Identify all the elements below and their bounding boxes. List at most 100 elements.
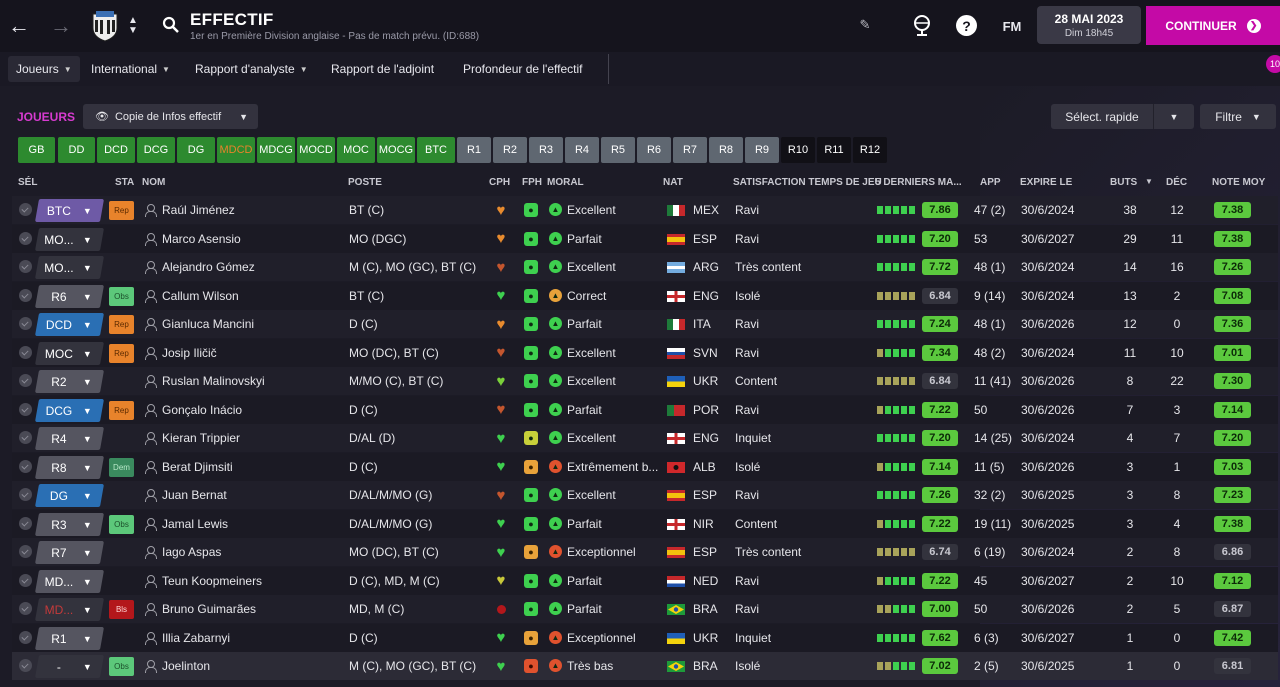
row-select-checkbox[interactable] [19,260,32,273]
selection-dropdown[interactable]: R4 ▼ [34,427,105,450]
position-filter-r5[interactable]: R5 [601,137,635,163]
status-badge[interactable]: Obs [109,514,134,534]
view-select[interactable]: 👁 Copie de Infos effectif ▼ [83,104,258,129]
row-select-checkbox[interactable] [19,317,32,330]
selection-dropdown[interactable]: - ▼ [34,655,105,678]
table-row[interactable]: MOC ▼ Rep Josip Iličič MO (DC), BT (C) ♥ ● ▲ Exc… [12,338,1278,367]
status-badge[interactable]: Dem [109,457,134,477]
notification-badge[interactable]: 10 [1266,55,1280,73]
position-filter-r6[interactable]: R6 [637,137,671,163]
position-filter-gb[interactable]: GB [18,137,55,163]
table-row[interactable]: R8 ▼ Dem Berat Djimsiti D (C) ♥ ● ▲ Extrêmement … [12,452,1278,481]
table-row[interactable]: MO... ▼ Marco Asensio MO (DGC) ♥ ● ▲ Parfait ESP… [12,224,1278,253]
search-icon[interactable] [162,16,180,34]
selection-dropdown[interactable]: MO... ▼ [34,256,105,279]
selection-dropdown[interactable]: DCD ▼ [34,313,105,336]
selection-dropdown[interactable]: R8 ▼ [34,455,105,479]
position-filter-r9[interactable]: R9 [745,137,779,163]
player-name[interactable]: Ruslan Malinovskyi [162,367,265,395]
club-crest-icon[interactable] [90,10,120,42]
col-sta[interactable]: STA [115,177,134,188]
player-name[interactable]: Berat Djimsiti [162,453,233,481]
position-filter-dd[interactable]: DD [58,137,95,163]
status-badge[interactable]: Rep [109,315,134,334]
row-select-checkbox[interactable] [19,573,32,587]
selection-dropdown[interactable]: R1 ▼ [34,626,105,650]
row-select-checkbox[interactable] [19,545,32,558]
status-badge[interactable]: Obs [109,657,134,676]
col-moral[interactable]: MORAL [547,177,584,188]
fm-logo[interactable]: FM [998,16,1026,36]
position-filter-mocd[interactable]: MOCD [297,137,335,163]
player-name[interactable]: Bruno Guimarães [162,595,256,623]
table-row[interactable]: - ▼ Obs Joelinton M (C), MO (GC), BT (C) ♥ ● ▲ T… [12,652,1278,680]
continue-button[interactable]: CONTINUER ❯ [1146,6,1280,45]
edit-pencil-icon[interactable]: ✎ [856,16,874,34]
player-name[interactable]: Marco Asensio [162,225,241,253]
row-select-checkbox[interactable] [19,374,32,387]
player-name[interactable]: Raúl Jiménez [162,196,235,224]
position-filter-mdcg[interactable]: MDCG [257,137,295,163]
date-display[interactable]: 28 MAI 2023 Dim 18h45 [1037,6,1141,44]
selection-dropdown[interactable]: MOC ▼ [34,341,105,365]
selection-dropdown[interactable]: R3 ▼ [34,512,105,536]
position-filter-dg[interactable]: DG [177,137,215,163]
selection-dropdown[interactable]: DG ▼ [34,484,105,507]
position-filter-r1[interactable]: R1 [457,137,491,163]
row-select-checkbox[interactable] [19,288,32,302]
selection-dropdown[interactable]: MO... ▼ [34,227,105,251]
row-select-checkbox[interactable] [19,231,32,245]
col-last5[interactable]: 5 DERNIERS MA... [875,177,962,188]
status-badge[interactable]: Rep [109,400,134,420]
position-filter-mdcd[interactable]: MDCD [217,137,255,163]
player-name[interactable]: Josip Iličič [162,339,217,367]
col-note[interactable]: NOTE MOY [1212,177,1265,188]
table-row[interactable]: DG ▼ Juan Bernat D/AL/M/MO (G) ♥ ● ▲ Excellent E… [12,481,1278,509]
table-row[interactable]: R1 ▼ Illia Zabarnyi D (C) ♥ ● ▲ Exceptionnel UKR… [12,623,1278,652]
player-name[interactable]: Alejandro Gómez [162,253,255,281]
col-poste[interactable]: POSTE [348,177,382,188]
row-select-checkbox[interactable] [19,516,32,530]
selection-dropdown[interactable]: BTC ▼ [34,199,105,222]
table-row[interactable]: MD... ▼ Bls Bruno Guimarães MD, M (C) ● ▲ Parfa… [12,595,1278,623]
position-filter-dcg[interactable]: DCG [137,137,175,163]
status-badge[interactable]: Rep [109,201,134,220]
table-row[interactable]: MD... ▼ Teun Koopmeiners D (C), MD, M (C) ♥ ●… [12,566,1278,595]
col-expire[interactable]: EXPIRE LE [1020,177,1072,188]
position-filter-r10[interactable]: R10 [781,137,815,163]
quick-select-dropdown[interactable]: Sélect. rapide ▼ [1051,104,1194,129]
sort-desc-icon[interactable]: ▼ [1145,177,1153,186]
status-badge[interactable]: Bls [109,600,134,619]
table-row[interactable]: MO... ▼ Alejandro Gómez M (C), MO (GC), BT … [12,253,1278,281]
status-badge[interactable]: Rep [109,343,134,363]
position-filter-moc[interactable]: MOC [337,137,375,163]
row-select-checkbox[interactable] [19,630,32,644]
table-row[interactable]: R3 ▼ Obs Jamal Lewis D/AL/M/MO (G) ♥ ● ▲ Parfait… [12,509,1278,538]
row-select-checkbox[interactable] [19,345,32,359]
globe-icon[interactable] [911,14,933,36]
player-name[interactable]: Joelinton [162,652,210,680]
back-arrow-icon[interactable]: ← [6,13,32,38]
selection-dropdown[interactable]: R6 ▼ [34,284,105,308]
position-filter-r4[interactable]: R4 [565,137,599,163]
table-row[interactable]: R4 ▼ Kieran Trippier D/AL (D) ♥ ● ▲ Excellent EN… [12,424,1278,452]
position-filter-r2[interactable]: R2 [493,137,527,163]
table-row[interactable]: R7 ▼ Iago Aspas MO (DC), BT (C) ♥ ● ▲ Exception… [12,538,1278,566]
col-nat[interactable]: NAT [663,177,683,188]
col-cph[interactable]: CPH [489,177,510,188]
status-badge[interactable]: Obs [109,286,134,306]
selection-dropdown[interactable]: R2 ▼ [34,370,105,393]
col-sel[interactable]: SÉL [18,177,37,188]
selection-dropdown[interactable]: DCG ▼ [34,398,105,422]
position-filter-r3[interactable]: R3 [529,137,563,163]
row-select-checkbox[interactable] [19,431,32,444]
position-filter-mocg[interactable]: MOCG [377,137,415,163]
row-select-checkbox[interactable] [19,402,32,416]
table-row[interactable]: DCD ▼ Rep Gianluca Mancini D (C) ♥ ● ▲ Parfait IT… [12,310,1278,338]
help-icon[interactable]: ? [956,15,977,36]
col-app[interactable]: APP [980,177,1001,188]
row-select-checkbox[interactable] [19,659,32,672]
menu-international[interactable]: International ▼ [83,56,178,82]
player-name[interactable]: Illia Zabarnyi [162,624,230,652]
position-filter-r11[interactable]: R11 [817,137,851,163]
